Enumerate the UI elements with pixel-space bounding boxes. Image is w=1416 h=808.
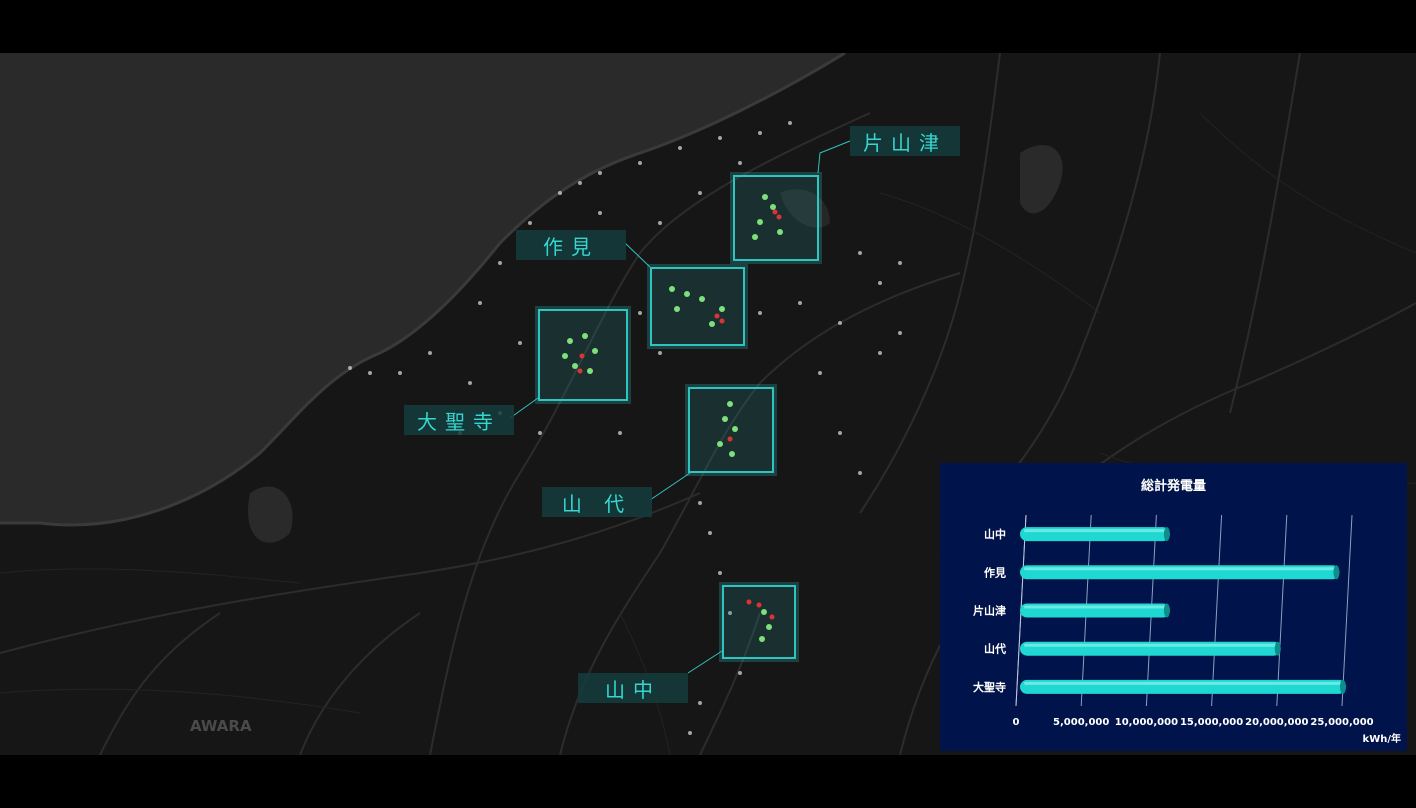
bottom-letterbox bbox=[0, 755, 1416, 808]
area-box-yamanaka[interactable] bbox=[722, 585, 796, 659]
x-tick-label: 25,000,000 bbox=[1310, 717, 1373, 728]
x-tick-label: 5,000,000 bbox=[1053, 717, 1109, 728]
x-tick-label: 10,000,000 bbox=[1115, 717, 1178, 728]
bar bbox=[1020, 565, 1340, 580]
bar-cap bbox=[1274, 641, 1281, 656]
area-label-katayamazu[interactable]: 片山津 bbox=[850, 126, 960, 156]
bar bbox=[1020, 679, 1346, 694]
bar-cap bbox=[1163, 527, 1170, 542]
area-label-yamashiro[interactable]: 山 代 bbox=[542, 487, 652, 517]
bar-highlight bbox=[1024, 605, 1166, 609]
category-label: 大聖寺 bbox=[973, 680, 1006, 694]
bar-cap bbox=[1339, 679, 1346, 694]
x-tick-label: 20,000,000 bbox=[1245, 717, 1308, 728]
bar bbox=[1020, 603, 1170, 618]
category-label: 作見 bbox=[984, 565, 1006, 579]
x-tick-label: 0 bbox=[1013, 717, 1020, 728]
x-gridline bbox=[1211, 514, 1223, 707]
bar-cap bbox=[1333, 565, 1340, 580]
bar-cap bbox=[1163, 603, 1170, 618]
bar bbox=[1020, 527, 1170, 542]
area-label-sakumi[interactable]: 作見 bbox=[516, 230, 626, 260]
bar bbox=[1020, 641, 1281, 656]
generation-chart-panel: 総計発電量 0 5,000,000 10,000,000 15,000,000 20,0… bbox=[940, 463, 1407, 751]
area-box-daishoji[interactable] bbox=[538, 309, 628, 401]
area-box-katayamazu[interactable] bbox=[733, 175, 819, 261]
bar-highlight bbox=[1024, 643, 1277, 647]
area-box-sakumi[interactable] bbox=[650, 267, 745, 346]
x-tick-label: 15,000,000 bbox=[1180, 717, 1243, 728]
bar-highlight bbox=[1024, 567, 1336, 571]
category-label: 片山津 bbox=[973, 604, 1006, 618]
category-label: 山代 bbox=[984, 642, 1006, 656]
chart-unit-label: kWh/年 bbox=[1362, 734, 1401, 745]
x-gridline bbox=[1341, 514, 1353, 707]
category-label: 山中 bbox=[984, 527, 1006, 541]
generation-bar-chart: 0 5,000,000 10,000,000 15,000,000 20,000,000… bbox=[973, 514, 1374, 728]
x-gridline bbox=[1276, 514, 1288, 707]
area-label-daishoji[interactable]: 大聖寺 bbox=[404, 405, 514, 435]
bar-highlight bbox=[1024, 529, 1166, 533]
bar-highlight bbox=[1024, 681, 1342, 685]
place-label-awara: AWARA bbox=[190, 717, 252, 735]
area-label-yamanaka[interactable]: 山中 bbox=[578, 673, 688, 703]
top-letterbox bbox=[0, 0, 1416, 53]
area-box-yamashiro[interactable] bbox=[688, 387, 774, 473]
